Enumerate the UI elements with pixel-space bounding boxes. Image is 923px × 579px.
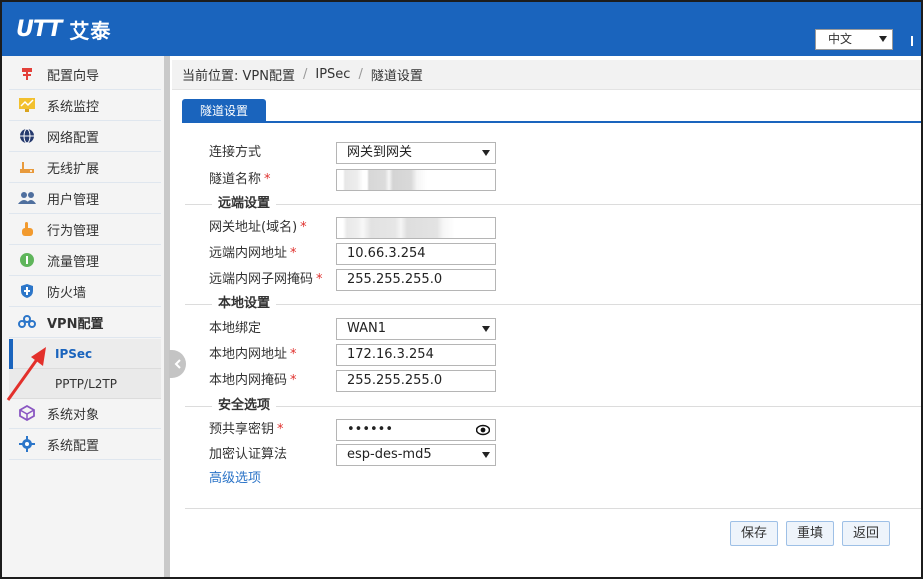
hand-pointer-icon — [18, 220, 36, 238]
breadcrumb-separator: / — [358, 67, 363, 82]
chevron-down-icon — [482, 150, 490, 156]
gateway-address-input[interactable] — [336, 217, 496, 239]
local-lan-mask-value: 255.255.255.0 — [347, 373, 443, 388]
local-lan-mask-input[interactable]: 255.255.255.0 — [336, 370, 496, 392]
logo-text: 艾泰 — [69, 18, 112, 43]
encryption-algorithm-value: esp-des-md5 — [347, 447, 432, 462]
back-button[interactable]: 返回 — [842, 521, 890, 546]
sidebar-item-label: 用户管理 — [47, 192, 100, 208]
connection-type-label: 连接方式 — [209, 145, 262, 160]
section-title: 本地设置 — [212, 297, 277, 311]
pin-icon — [18, 65, 36, 83]
sidebar-item-label: 系统配置 — [47, 438, 100, 454]
language-select[interactable]: 中文 — [815, 29, 893, 50]
remote-lan-ip-label: 远端内网地址 * — [209, 246, 297, 261]
local-binding-label: 本地绑定 — [209, 321, 262, 336]
header-bar: UTT 艾泰 中文 — [2, 2, 921, 56]
sidebar-item-traffic-management[interactable]: 流量管理 — [9, 245, 161, 276]
sidebar: 配置向导 系统监控 网络配置 无线扩展 用户管理 行为管理 流量管理 防火墙 V… — [2, 56, 166, 577]
sidebar-item-firewall[interactable]: 防火墙 — [9, 276, 161, 307]
chevron-down-icon — [879, 36, 887, 42]
cube-icon — [18, 404, 36, 422]
sidebar-item-label: 配置向导 — [47, 68, 100, 84]
section-title: 安全选项 — [212, 399, 277, 413]
breadcrumb-current: 隧道设置 — [370, 69, 423, 84]
breadcrumb-ipsec[interactable]: IPSec — [315, 67, 350, 82]
chevron-left-icon — [174, 359, 181, 369]
tunnel-name-input[interactable] — [336, 169, 496, 191]
form-divider — [185, 508, 921, 509]
sidebar-item-wireless-extension[interactable]: 无线扩展 — [9, 152, 161, 183]
sidebar-item-label: 流量管理 — [47, 254, 100, 270]
shield-icon — [18, 282, 36, 300]
chevron-down-icon — [482, 452, 490, 458]
local-lan-ip-label: 本地内网地址 * — [209, 347, 297, 362]
sidebar-item-behavior-management[interactable]: 行为管理 — [9, 214, 161, 245]
section-title: 远端设置 — [212, 197, 277, 211]
reset-button[interactable]: 重填 — [786, 521, 834, 546]
eye-icon[interactable] — [476, 424, 490, 436]
tab-bar: 隧道设置 — [182, 99, 921, 123]
globe-icon — [18, 127, 36, 145]
chevron-down-icon — [482, 326, 490, 332]
breadcrumb-prefix: 当前位置: VPN配置 — [182, 69, 295, 84]
connection-type-select[interactable]: 网关到网关 — [336, 142, 496, 164]
monitor-chart-icon — [18, 96, 36, 114]
preshared-key-label: 预共享密钥 * — [209, 422, 284, 437]
logo-mark: UTT — [16, 16, 62, 42]
preshared-key-input[interactable]: •••••• — [336, 419, 496, 441]
sidebar-item-user-management[interactable]: 用户管理 — [9, 183, 161, 214]
save-button[interactable]: 保存 — [730, 521, 778, 546]
tab-tunnel-settings[interactable]: 隧道设置 — [182, 99, 266, 123]
sidebar-item-label: 行为管理 — [47, 223, 100, 239]
gear-icon — [18, 435, 36, 453]
sidebar-subitem-label: PPTP/L2TP — [55, 376, 117, 391]
breadcrumb: 当前位置: VPN配置 / IPSec / 隧道设置 — [172, 60, 921, 90]
local-lan-ip-value: 172.16.3.254 — [347, 347, 434, 362]
language-value: 中文 — [828, 32, 853, 46]
local-binding-value: WAN1 — [347, 321, 387, 336]
tunnel-name-label: 隧道名称 * — [209, 172, 271, 187]
sidebar-item-network-config[interactable]: 网络配置 — [9, 121, 161, 152]
local-lan-ip-input[interactable]: 172.16.3.254 — [336, 344, 496, 366]
traffic-icon — [18, 251, 36, 269]
sidebar-collapse-button[interactable] — [169, 350, 186, 378]
local-lan-mask-label: 本地内网掩码 * — [209, 373, 297, 388]
vpn-link-icon — [18, 313, 36, 331]
encryption-algorithm-select[interactable]: esp-des-md5 — [336, 444, 496, 466]
app-frame: UTT 艾泰 中文 配置向导 系统监控 网络配置 无线扩展 用户管理 行为管理 … — [0, 0, 923, 579]
sidebar-item-vpn-config[interactable]: VPN配置 — [9, 307, 161, 338]
sidebar-item-label: 无线扩展 — [47, 161, 100, 177]
sidebar-divider — [164, 56, 170, 577]
sidebar-item-setup-wizard[interactable]: 配置向导 — [9, 59, 161, 90]
sidebar-item-label: 防火墙 — [47, 285, 87, 301]
users-icon — [18, 189, 36, 207]
local-binding-select[interactable]: WAN1 — [336, 318, 496, 340]
header-divider — [911, 36, 913, 46]
connection-type-value: 网关到网关 — [347, 145, 413, 160]
brand-logo: UTT 艾泰 — [16, 14, 111, 44]
preshared-key-value: •••••• — [347, 422, 394, 437]
breadcrumb-separator: / — [302, 67, 308, 82]
gateway-address-label: 网关地址(域名) * — [209, 220, 307, 235]
sidebar-item-system-config[interactable]: 系统配置 — [9, 429, 161, 460]
remote-lan-ip-value: 10.66.3.254 — [347, 246, 426, 261]
remote-lan-mask-input[interactable]: 255.255.255.0 — [336, 269, 496, 291]
security-options-section: 安全选项 — [185, 399, 921, 413]
annotation-arrow-icon — [6, 347, 46, 401]
sidebar-item-system-monitor[interactable]: 系统监控 — [9, 90, 161, 121]
sidebar-item-label: VPN配置 — [47, 316, 104, 332]
remote-lan-mask-label: 远端内网子网掩码 * — [209, 272, 323, 287]
encryption-algorithm-label: 加密认证算法 — [209, 447, 288, 462]
remote-lan-ip-input[interactable]: 10.66.3.254 — [336, 243, 496, 265]
sidebar-item-label: 系统对象 — [47, 407, 100, 423]
remote-settings-section: 远端设置 — [185, 197, 921, 211]
local-settings-section: 本地设置 — [185, 297, 921, 311]
advanced-options-link[interactable]: 高级选项 — [209, 470, 261, 488]
remote-lan-mask-value: 255.255.255.0 — [347, 272, 443, 287]
wireless-router-icon — [18, 158, 36, 176]
sidebar-item-label: 系统监控 — [47, 99, 100, 115]
sidebar-item-label: 网络配置 — [47, 130, 100, 146]
